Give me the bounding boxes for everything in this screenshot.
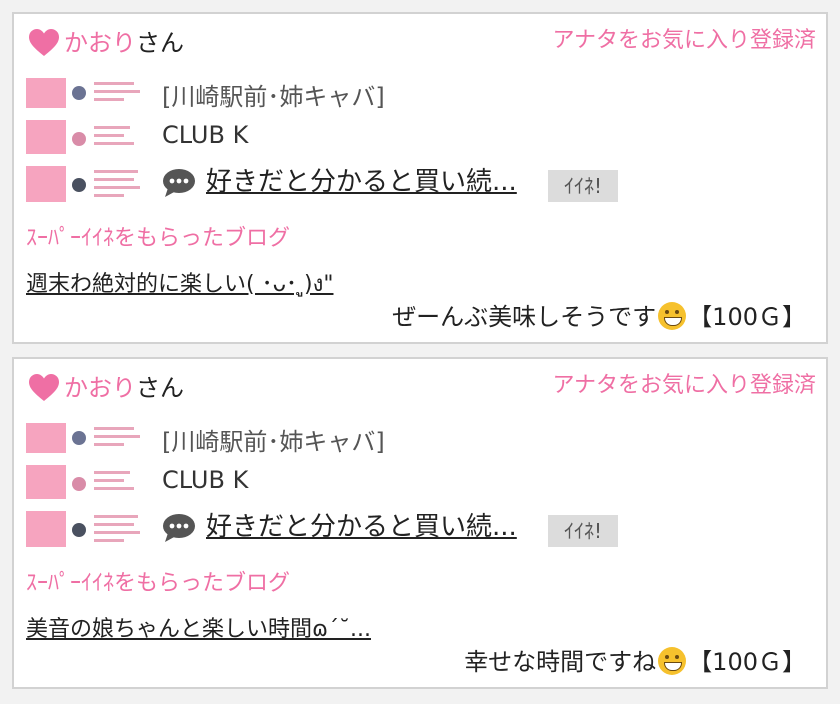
blog-thumbnail[interactable] bbox=[24, 76, 150, 204]
iine-button[interactable]: ｲｲﾈ! bbox=[548, 170, 618, 202]
heart-icon bbox=[29, 29, 59, 56]
shop-area: [川崎駅前･姉キャバ] bbox=[162, 83, 385, 111]
blog-title-link[interactable]: 好きだと分かると買い続... bbox=[206, 164, 517, 200]
comment-text: ぜーんぶ美味しそうです bbox=[392, 303, 657, 331]
grinning-face-icon bbox=[658, 647, 687, 675]
super-iine-label: ｽｰﾊﾟｰｲｲﾈをもらったブログ bbox=[26, 226, 291, 251]
iine-button[interactable]: ｲｲﾈ! bbox=[548, 515, 618, 547]
shop-name[interactable]: CLUB K bbox=[162, 463, 248, 497]
favorite-status: アナタをお気に入り登録済 bbox=[552, 373, 816, 398]
blog-card: かおりさん アナタをお気に入り登録済 [川崎駅前･姉キャバ] CLUB K 好き… bbox=[12, 12, 828, 344]
favorite-status: アナタをお気に入り登録済 bbox=[552, 28, 816, 53]
grinning-face-icon bbox=[658, 302, 687, 330]
comment: ぜーんぶ美味しそうです 【100Ｇ】 bbox=[392, 300, 806, 334]
blog-card: かおりさん アナタをお気に入り登録済 [川崎駅前･姉キャバ] CLUB K 好き… bbox=[12, 357, 828, 689]
post-title-link[interactable]: 美音の娘ちゃんと楽しい時間ɷ´˘... bbox=[26, 615, 371, 645]
comment: 幸せな時間ですね 【100Ｇ】 bbox=[464, 645, 806, 679]
shop-area: [川崎駅前･姉キャバ] bbox=[162, 428, 385, 456]
post-title-link[interactable]: 週末わ絶対的に楽しい( ･ᴗ･ ู)ง" bbox=[26, 270, 333, 300]
shop-name[interactable]: CLUB K bbox=[162, 118, 248, 152]
reward: 【100Ｇ】 bbox=[688, 648, 806, 676]
speech-bubble-icon bbox=[163, 514, 195, 542]
blog-title-link[interactable]: 好きだと分かると買い続... bbox=[206, 509, 517, 545]
user-name[interactable]: かおりさん bbox=[64, 26, 184, 60]
user-name[interactable]: かおりさん bbox=[64, 371, 184, 405]
heart-icon bbox=[29, 374, 59, 401]
speech-bubble-icon bbox=[163, 169, 195, 197]
reward: 【100Ｇ】 bbox=[688, 303, 806, 331]
blog-thumbnail[interactable] bbox=[24, 421, 150, 549]
super-iine-label: ｽｰﾊﾟｰｲｲﾈをもらったブログ bbox=[26, 571, 291, 596]
comment-text: 幸せな時間ですね bbox=[464, 648, 657, 676]
